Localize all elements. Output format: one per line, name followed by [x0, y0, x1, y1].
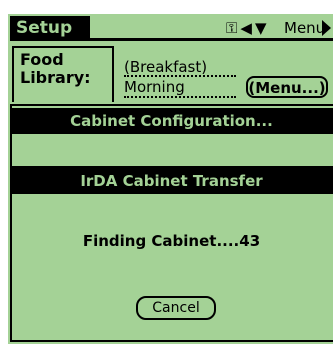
right-arrow-icon [322, 20, 331, 36]
left-arrow-icon: ◀ [240, 18, 252, 37]
menu-label[interactable]: Menu [284, 17, 325, 39]
menu-button[interactable]: (Menu...) [246, 76, 328, 98]
meal-underline-1 [124, 75, 236, 77]
finding-status: Finding Cabinet....43 [82, 232, 261, 250]
food-library-label: Food Library: [12, 46, 114, 102]
cancel-button[interactable]: Cancel [136, 296, 216, 320]
key-icon: ⚿ [226, 18, 238, 37]
cabinet-config-title: Cabinet Configuration... [10, 108, 333, 134]
meal-underline-2 [124, 96, 236, 98]
meal-trigger-morning[interactable]: Morning [124, 78, 185, 96]
status-icons: ⚿ ◀ ▼ [226, 16, 267, 40]
down-arrow-icon: ▼ [254, 18, 267, 37]
irda-transfer-title: IrDA Cabinet Transfer [10, 168, 333, 194]
screen: Setup ⚿ ◀ ▼ Menu Food Library: (Breakfas… [0, 0, 333, 344]
meal-trigger-breakfast[interactable]: (Breakfast) [124, 58, 207, 76]
app-title: Setup [10, 16, 90, 40]
food-library-text: Food Library: [20, 50, 91, 87]
